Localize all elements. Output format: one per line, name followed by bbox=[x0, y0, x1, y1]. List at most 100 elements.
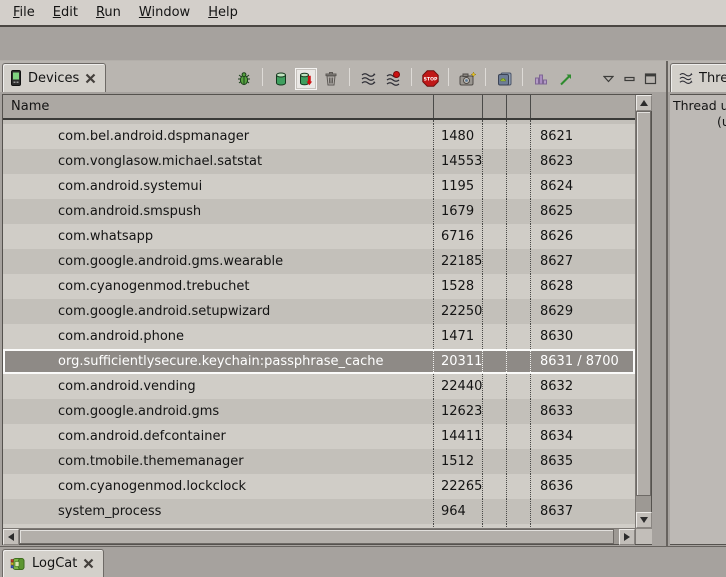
view-menu-icon[interactable] bbox=[600, 71, 616, 87]
process-port: 8637 bbox=[531, 499, 635, 524]
scrollbar-corner bbox=[636, 528, 652, 544]
phone-icon bbox=[10, 70, 22, 86]
table-row[interactable]: com.google.android.gms 12623 8633 bbox=[3, 399, 635, 424]
process-pid: 1480 bbox=[434, 124, 483, 149]
menu-run[interactable]: Run bbox=[87, 3, 130, 22]
table-row[interactable]: com.whatsapp 6716 8626 bbox=[3, 224, 635, 249]
tab-devices[interactable]: Devices bbox=[2, 63, 106, 92]
table-row[interactable]: com.android.vending 22440 8632 bbox=[3, 374, 635, 399]
table-row[interactable]: org.sufficientlysecure.keychain:passphra… bbox=[3, 349, 635, 374]
table-rows: com.bel.android.dspmanager 1480 8621 com… bbox=[3, 120, 635, 528]
table-row[interactable]: com.google.android.setupwizard 22250 862… bbox=[3, 299, 635, 324]
process-col3 bbox=[483, 399, 507, 424]
threads-tabbar: Threads bbox=[668, 61, 726, 92]
eclipse-window: File Edit Run Window Help bbox=[0, 0, 726, 577]
column-header-name[interactable]: Name bbox=[3, 95, 434, 118]
process-port: 8623 bbox=[531, 149, 635, 174]
maximize-icon[interactable] bbox=[642, 71, 658, 87]
horizontal-scrollbar[interactable] bbox=[3, 528, 635, 544]
start-tracking-icon[interactable] bbox=[556, 69, 576, 89]
process-pid: 1471 bbox=[434, 324, 483, 349]
svg-text:STOP: STOP bbox=[423, 76, 437, 82]
cause-gc-icon[interactable] bbox=[321, 69, 341, 89]
horizontal-scroll-thumb[interactable] bbox=[19, 529, 614, 544]
tab-devices-label: Devices bbox=[28, 71, 79, 86]
close-icon[interactable] bbox=[85, 73, 96, 84]
process-col3 bbox=[483, 349, 507, 374]
screen-record-icon[interactable] bbox=[494, 69, 514, 89]
bottom-tabbar: LogCat bbox=[0, 546, 726, 577]
table-row[interactable]: com.android.systemui 1195 8624 bbox=[3, 174, 635, 199]
process-port: 8629 bbox=[531, 299, 635, 324]
process-col3 bbox=[483, 374, 507, 399]
table-header: Name bbox=[3, 95, 635, 120]
menu-bar: File Edit Run Window Help bbox=[0, 0, 726, 27]
column-header-port[interactable] bbox=[531, 95, 635, 118]
process-name: com.google.android.gms.wearable bbox=[3, 249, 434, 274]
debug-process-icon[interactable] bbox=[234, 69, 254, 89]
devices-view-toolbar: STOP bbox=[106, 68, 666, 92]
vertical-scroll-thumb[interactable] bbox=[636, 111, 651, 496]
process-col4 bbox=[507, 124, 531, 149]
update-threads-icon[interactable] bbox=[358, 69, 378, 89]
minimize-icon[interactable] bbox=[621, 71, 637, 87]
close-icon[interactable] bbox=[83, 558, 94, 569]
process-port: 8624 bbox=[531, 174, 635, 199]
process-pid: 6716 bbox=[434, 224, 483, 249]
menu-edit[interactable]: Edit bbox=[44, 3, 87, 22]
process-name: com.android.systemui bbox=[3, 174, 434, 199]
stop-process-icon[interactable]: STOP bbox=[420, 69, 440, 89]
process-col4 bbox=[507, 399, 531, 424]
process-col4 bbox=[507, 349, 531, 374]
process-pid: 1512 bbox=[434, 449, 483, 474]
table-row[interactable]: com.vonglasow.michael.satstat 14553 8623 bbox=[3, 149, 635, 174]
process-col4 bbox=[507, 149, 531, 174]
toolbar-separator bbox=[262, 68, 263, 86]
system-information-icon[interactable] bbox=[531, 69, 551, 89]
table-row[interactable]: com.cyanogenmod.lockclock 22265 8636 bbox=[3, 474, 635, 499]
table-row[interactable]: com.android.smspush 1679 8625 bbox=[3, 199, 635, 224]
process-port: 8630 bbox=[531, 324, 635, 349]
table-row[interactable]: com.android.defcontainer 14411 8634 bbox=[3, 424, 635, 449]
process-col4 bbox=[507, 474, 531, 499]
scroll-up-button[interactable] bbox=[636, 95, 652, 111]
update-heap-icon[interactable] bbox=[271, 69, 291, 89]
process-port: 8632 bbox=[531, 374, 635, 399]
menu-window[interactable]: Window bbox=[130, 3, 199, 22]
tab-logcat[interactable]: LogCat bbox=[2, 549, 104, 577]
table-row[interactable]: com.cyanogenmod.trebuchet 1528 8628 bbox=[3, 274, 635, 299]
threads-icon bbox=[678, 71, 693, 86]
menu-file[interactable]: File bbox=[4, 3, 44, 22]
screen-capture-icon[interactable] bbox=[457, 69, 477, 89]
table-row[interactable]: system_process 964 8637 bbox=[3, 499, 635, 524]
process-name: com.google.android.setupwizard bbox=[3, 299, 434, 324]
column-header-4[interactable] bbox=[507, 95, 531, 118]
column-header-pid[interactable] bbox=[434, 95, 483, 118]
process-name: com.cyanogenmod.trebuchet bbox=[3, 274, 434, 299]
process-name: com.android.vending bbox=[3, 374, 434, 399]
process-col3 bbox=[483, 324, 507, 349]
devices-table: Name com.bel. bbox=[2, 94, 652, 545]
table-row[interactable]: com.android.phone 1471 8630 bbox=[3, 324, 635, 349]
process-col3 bbox=[483, 124, 507, 149]
threads-message-line2: (use toolbar button to enable) bbox=[717, 114, 726, 129]
process-col3 bbox=[483, 424, 507, 449]
table-row[interactable]: com.google.android.gms.wearable 22185 86… bbox=[3, 249, 635, 274]
dump-hprof-icon[interactable] bbox=[296, 69, 316, 89]
process-port: 8635 bbox=[531, 449, 635, 474]
menu-help[interactable]: Help bbox=[199, 3, 247, 22]
vertical-scroll-track[interactable] bbox=[636, 496, 651, 512]
vertical-scrollbar[interactable] bbox=[636, 95, 651, 528]
table-row[interactable]: com.bel.android.dspmanager 1480 8621 bbox=[3, 124, 635, 149]
tab-threads-label: Threads bbox=[699, 71, 726, 86]
tab-threads[interactable]: Threads bbox=[670, 63, 726, 92]
scroll-left-button[interactable] bbox=[3, 529, 19, 545]
process-port: 8634 bbox=[531, 424, 635, 449]
process-col3 bbox=[483, 274, 507, 299]
start-method-profiling-icon[interactable] bbox=[383, 69, 403, 89]
toolbar-separator bbox=[485, 68, 486, 86]
column-header-3[interactable] bbox=[483, 95, 507, 118]
table-row[interactable]: com.tmobile.thememanager 1512 8635 bbox=[3, 449, 635, 474]
scroll-right-button[interactable] bbox=[619, 529, 635, 545]
scroll-down-button[interactable] bbox=[636, 512, 652, 528]
